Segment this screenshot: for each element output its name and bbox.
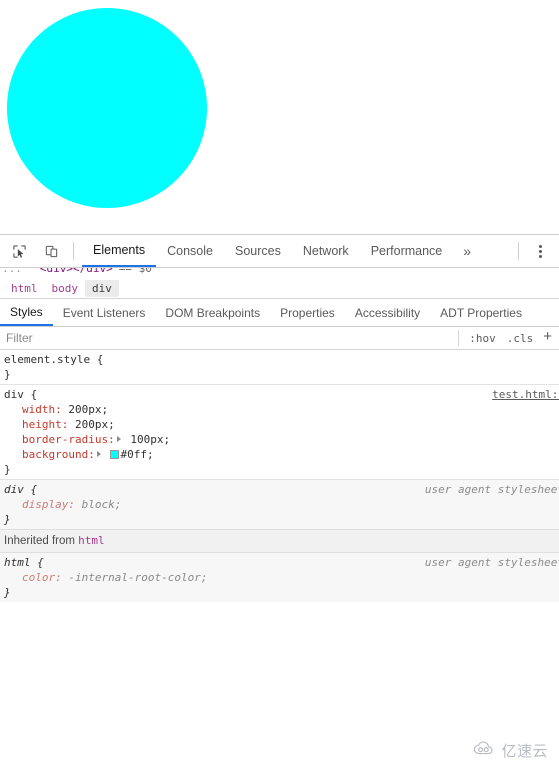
breadcrumb-item-body[interactable]: body	[45, 280, 86, 297]
toolbar-divider	[73, 242, 74, 260]
rule-selector[interactable]: div { test.html:3	[4, 387, 559, 402]
selector-text: div {	[4, 388, 38, 401]
tab-styles[interactable]: Styles	[0, 299, 53, 326]
rule-selector[interactable]: div { user agent stylesheet	[4, 482, 559, 497]
declaration-value[interactable]: #0ff;	[120, 448, 153, 461]
rule-html-user-agent[interactable]: html { user agent stylesheet color: -int…	[0, 553, 559, 602]
declaration-height[interactable]: height: 200px;	[4, 417, 559, 432]
more-tabs-icon[interactable]: »	[453, 235, 481, 267]
tab-event-listeners[interactable]: Event Listeners	[53, 299, 156, 326]
styles-filter-bar: :hov .cls +	[0, 326, 559, 350]
filter-divider	[458, 330, 460, 346]
declaration-name: display:	[22, 498, 75, 511]
declaration-color: color: -internal-root-color;	[4, 570, 559, 585]
cls-toggle-button[interactable]: .cls	[503, 330, 538, 347]
declaration-value: -internal-root-color;	[68, 571, 208, 584]
filter-input[interactable]	[0, 326, 459, 350]
dom-node-div[interactable]: <div></div>	[22, 268, 113, 275]
expand-triangle-icon[interactable]	[96, 451, 101, 457]
declaration-value: block;	[81, 498, 122, 511]
styles-pane: element.style { } div { test.html:3 widt…	[0, 350, 559, 602]
toolbar-divider-right	[518, 242, 519, 260]
tab-adt-properties[interactable]: ADT Properties	[430, 299, 532, 326]
style-origin-label: user agent stylesheet	[424, 556, 559, 569]
tab-elements[interactable]: Elements	[82, 235, 157, 267]
expand-triangle-icon[interactable]	[116, 436, 121, 442]
tab-console[interactable]: Console	[156, 235, 224, 267]
hov-toggle-button[interactable]: :hov	[465, 330, 500, 347]
device-toolbar-icon[interactable]	[38, 238, 64, 264]
rule-close-brace: }	[4, 368, 11, 381]
declaration-value[interactable]: 200px;	[68, 403, 108, 416]
dom-tree-row[interactable]: ... <div></div> == $0	[0, 268, 559, 278]
declaration-name[interactable]: border-radius:	[4, 433, 115, 446]
page-viewport	[0, 0, 559, 234]
inherited-from-header: Inherited from html	[0, 529, 559, 553]
breadcrumb-item-html[interactable]: html	[4, 280, 45, 297]
selector-text: html {	[4, 556, 44, 569]
declaration-name[interactable]: background:	[4, 448, 95, 461]
toolbar-right-group	[509, 235, 559, 267]
rule-element-style[interactable]: element.style { }	[0, 350, 559, 384]
inherited-source-node[interactable]: html	[78, 534, 105, 547]
tab-sources[interactable]: Sources	[224, 235, 292, 267]
declaration-name[interactable]: width:	[4, 403, 62, 416]
new-style-rule-button[interactable]: +	[540, 329, 559, 346]
rule-close-brace: }	[4, 586, 11, 599]
vertical-dots-icon[interactable]	[527, 238, 553, 264]
rule-close-brace: }	[4, 513, 11, 526]
declaration-name[interactable]: height:	[4, 418, 68, 431]
dom-tree-row-inner: ... <div></div> == $0	[0, 268, 152, 276]
tab-dom-breakpoints[interactable]: DOM Breakpoints	[155, 299, 270, 326]
rule-selector[interactable]: element.style {	[4, 352, 559, 367]
declaration-value[interactable]: 100px;	[130, 433, 170, 446]
inherited-label: Inherited from	[4, 535, 75, 547]
selector-text: div {	[4, 483, 38, 496]
rule-selector[interactable]: html { user agent stylesheet	[4, 555, 559, 570]
dom-ellipsis[interactable]: ...	[0, 268, 22, 275]
rule-div-author[interactable]: div { test.html:3 width: 200px; height: …	[0, 384, 559, 479]
breadcrumb-item-div[interactable]: div	[85, 279, 119, 297]
declaration-name: color:	[22, 571, 62, 584]
devtools-panel: Elements Console Sources Network Perform…	[0, 234, 559, 773]
color-swatch[interactable]	[110, 450, 120, 459]
declaration-display: display: block;	[4, 497, 559, 512]
tab-network[interactable]: Network	[292, 235, 360, 267]
declaration-width[interactable]: width: 200px;	[4, 402, 559, 417]
declaration-background[interactable]: background: #0ff;	[4, 447, 559, 462]
cyan-circle-div	[7, 8, 207, 208]
tab-performance[interactable]: Performance	[360, 235, 454, 267]
breadcrumb: html body div	[0, 278, 559, 299]
watermark: 亿速云	[473, 740, 548, 761]
inspect-cursor-icon[interactable]	[6, 238, 32, 264]
devtools-toolbar: Elements Console Sources Network Perform…	[0, 235, 559, 268]
declaration-border-radius[interactable]: border-radius: 100px;	[4, 432, 559, 447]
rule-div-user-agent[interactable]: div { user agent stylesheet display: blo…	[0, 479, 559, 529]
declaration-value[interactable]: 200px;	[75, 418, 115, 431]
cloud-logo-icon	[473, 741, 497, 760]
dom-selected-marker: == $0	[118, 268, 152, 275]
tab-properties[interactable]: Properties	[270, 299, 345, 326]
styles-sidebar-tabs: Styles Event Listeners DOM Breakpoints P…	[0, 299, 559, 327]
selector-text: element.style {	[4, 353, 104, 366]
style-source-link[interactable]: test.html:3	[492, 387, 559, 402]
watermark-text: 亿速云	[501, 743, 548, 760]
style-origin-label: user agent stylesheet	[424, 483, 559, 496]
tab-accessibility[interactable]: Accessibility	[345, 299, 430, 326]
rule-close-brace: }	[4, 463, 11, 476]
